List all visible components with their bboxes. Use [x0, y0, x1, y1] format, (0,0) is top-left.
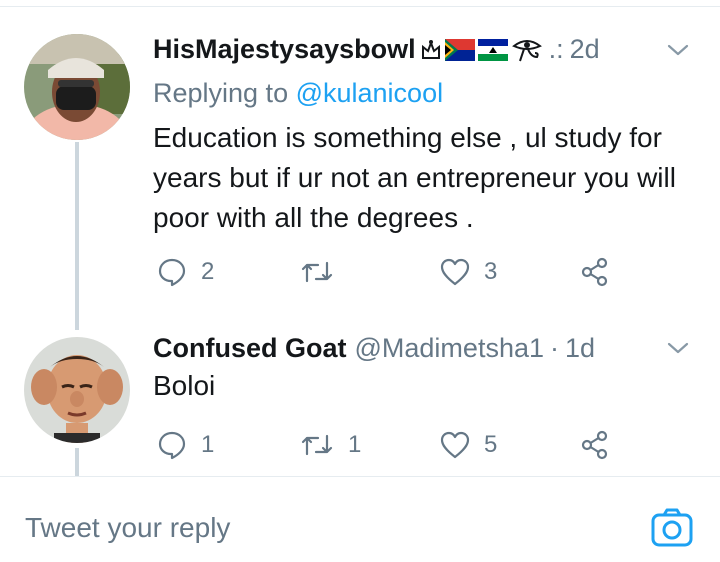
retweet-icon: [301, 434, 333, 456]
share-action[interactable]: [580, 257, 610, 287]
retweet-icon: [301, 261, 333, 283]
chevron-down-icon[interactable]: [664, 36, 692, 64]
reply-count: 1: [201, 431, 215, 458]
like-action[interactable]: 5: [440, 430, 497, 460]
reply-input[interactable]: Tweet your reply: [25, 512, 230, 544]
timestamp[interactable]: 1d: [565, 333, 595, 364]
heart-icon: [440, 258, 470, 286]
reply-icon: [158, 258, 186, 287]
share-icon: [581, 430, 608, 460]
retweet-count: 1: [348, 431, 362, 458]
timestamp[interactable]: 2d: [570, 34, 600, 65]
replying-to: Replying to @kulanicool: [153, 78, 443, 109]
crown-icon: [421, 39, 440, 59]
like-count: 5: [484, 431, 498, 458]
tweet-text: Boloi: [153, 370, 216, 401]
avatar[interactable]: [24, 34, 130, 140]
tweet-text: Education is something else , ul study f…: [153, 122, 676, 233]
display-name[interactable]: Confused Goat: [153, 333, 347, 364]
avatar[interactable]: [24, 337, 130, 443]
like-action[interactable]: 3: [440, 257, 497, 287]
heart-icon: [440, 431, 470, 459]
name-emoji-flags: [420, 37, 543, 63]
handle[interactable]: @Madimetsha1: [355, 333, 545, 364]
composer-divider: [0, 476, 720, 477]
thread-line: [75, 142, 79, 330]
tweet-header: Confused Goat @Madimetsha1 · 1d: [153, 333, 595, 364]
share-action[interactable]: [580, 430, 610, 460]
time-separator: .:: [548, 34, 564, 64]
chevron-down-icon[interactable]: [664, 334, 692, 362]
reply-action[interactable]: 1: [157, 430, 214, 460]
replying-to-label: Replying to: [153, 78, 296, 108]
thread-line: [75, 448, 79, 476]
eye-of-horus-icon: [511, 39, 542, 61]
display-name[interactable]: HisMajestysaysbowl: [153, 34, 416, 65]
retweet-action[interactable]: 1: [300, 430, 361, 460]
reply-count: 2: [201, 258, 215, 285]
top-divider: [0, 6, 720, 7]
south-africa-flag-icon: [444, 38, 475, 61]
reply-icon: [158, 431, 186, 460]
tweet-header: HisMajestysaysbowl .: 2d: [153, 34, 600, 65]
reply-action[interactable]: 2: [157, 257, 214, 287]
mention-link[interactable]: @kulanicool: [296, 78, 444, 108]
time-separator: ·: [550, 333, 559, 363]
share-icon: [581, 257, 608, 287]
like-count: 3: [484, 258, 498, 285]
camera-icon[interactable]: [650, 506, 694, 550]
lesotho-flag-icon: [477, 38, 508, 61]
retweet-action[interactable]: [300, 257, 348, 287]
